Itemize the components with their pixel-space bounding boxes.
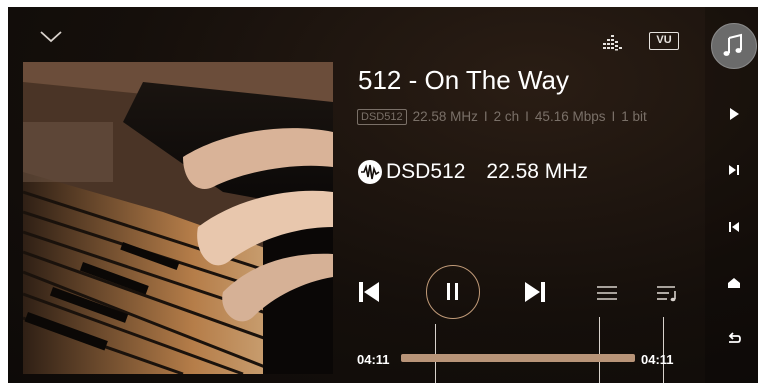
skip-next-icon[interactable]	[726, 162, 742, 178]
format-badge: DSD512	[357, 109, 407, 125]
total-time: 04:11	[641, 352, 674, 367]
sample-rate: 22.58 MHz	[412, 109, 478, 124]
pause-button[interactable]	[426, 265, 480, 319]
meta-separator: I	[611, 109, 616, 124]
pause-icon	[447, 283, 458, 300]
elapsed-time: 04:11	[357, 352, 390, 367]
guide-line	[663, 317, 664, 383]
home-icon[interactable]	[726, 275, 742, 291]
guide-line	[599, 317, 600, 383]
track-title: 512 - On The Way	[358, 65, 569, 95]
waveform-icon	[358, 160, 382, 184]
skip-previous-icon[interactable]	[726, 219, 742, 235]
track-meta: DSD512 22.58 MHz I 2 ch I 45.16 Mbps I 1 bit	[357, 109, 647, 125]
skip-previous-icon[interactable]	[358, 280, 380, 304]
player-screen: 512 - On The Way DSD512 22.58 MHz I 2 ch I 45…	[8, 7, 758, 383]
vu-meter-icon[interactable]: VU	[649, 32, 679, 50]
chevron-down-icon[interactable]	[38, 27, 64, 45]
playlist-icon[interactable]	[656, 284, 680, 302]
music-note-icon[interactable]	[711, 23, 757, 69]
format-label: DSD512	[386, 160, 466, 183]
progress-fill	[401, 354, 635, 362]
bit-depth: 1 bit	[621, 109, 647, 124]
format-row: DSD512 22.58 MHz	[358, 157, 588, 187]
skip-next-icon[interactable]	[524, 280, 546, 304]
frequency-label: 22.58 MHz	[486, 160, 588, 183]
progress-bar[interactable]	[401, 354, 635, 362]
bitrate: 45.16 Mbps	[534, 109, 606, 124]
meta-separator: I	[483, 109, 488, 124]
album-art	[23, 62, 333, 374]
piano-artwork	[23, 62, 333, 374]
meta-separator: I	[525, 109, 529, 124]
back-icon[interactable]	[726, 331, 742, 347]
channels: 2 ch	[493, 109, 520, 124]
queue-icon[interactable]	[596, 284, 618, 302]
equalizer-icon[interactable]	[602, 31, 624, 51]
play-icon[interactable]	[726, 106, 742, 122]
